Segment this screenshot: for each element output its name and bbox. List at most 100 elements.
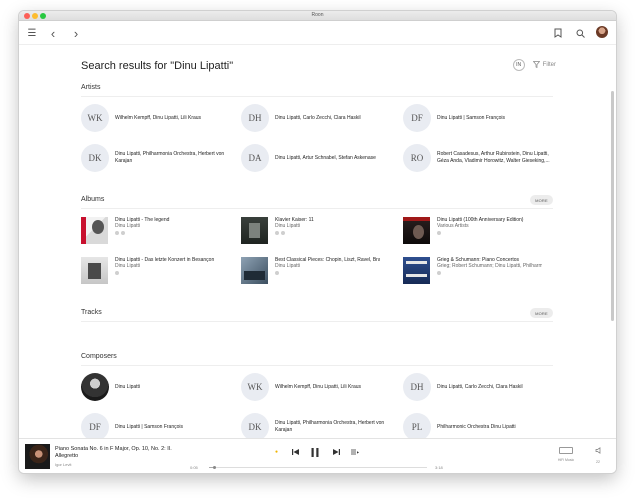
in-library-toggle[interactable]: IN xyxy=(512,59,525,71)
albums-heading: Albums xyxy=(81,196,105,203)
window-title: Roon xyxy=(311,12,324,18)
next-track-icon[interactable] xyxy=(333,447,340,457)
artist-initials: RO xyxy=(403,144,431,172)
artist-initials: WK xyxy=(81,104,109,132)
content-scrollbar[interactable] xyxy=(611,91,614,321)
previous-track-icon[interactable] xyxy=(292,447,299,457)
seek-bar[interactable] xyxy=(209,466,427,469)
composer-item[interactable]: DH Dinu Lipatti, Carlo Zecchi, Clara Has… xyxy=(403,373,552,401)
artist-name: Dinu Lipatti | Samson François xyxy=(437,114,505,121)
search-icon[interactable] xyxy=(573,26,587,40)
composer-item[interactable]: WK Wilhelm Kempff, Dinu Lipatti, Lili Kr… xyxy=(241,373,390,401)
composer-name: Wilhelm Kempff, Dinu Lipatti, Lili Kraus xyxy=(275,383,362,390)
tracks-divider xyxy=(81,321,553,322)
composer-initials: WK xyxy=(241,373,269,401)
composer-name: Dinu Lipatti xyxy=(115,383,141,390)
composer-name: Dinu Lipatti, Carlo Zecchi, Clara Haskil xyxy=(437,383,523,390)
composer-item[interactable]: PL Philharmonic Orchestra Dinu Lipatti xyxy=(403,413,552,438)
app-window: Roon ☰ ‹ › Search results for "Dinu Lipa… xyxy=(19,11,616,473)
now-playing-bar: Piano Sonata No. 6 in F Major, Op. 10, N… xyxy=(19,438,616,473)
album-cover xyxy=(241,257,268,284)
seek-handle[interactable] xyxy=(212,466,216,469)
quality-badge xyxy=(281,231,285,235)
album-item[interactable]: Dinu Lipatti (100th Anniversary Edition)… xyxy=(403,217,542,244)
artist-item[interactable]: DK Dinu Lipatti, Philharmonia Orchestra,… xyxy=(81,144,230,172)
artist-name: Wilhelm Kempff, Dinu Lipatti, Lili Kraus xyxy=(115,114,202,121)
composer-initials: DH xyxy=(403,373,431,401)
album-item[interactable]: Dinu Lipatti - The legend Dinu Lipatti xyxy=(81,217,220,244)
album-cover xyxy=(81,257,108,284)
album-cover xyxy=(403,257,430,284)
album-artist: Various Artists xyxy=(437,223,469,229)
composer-initials: PL xyxy=(403,413,431,438)
back-icon[interactable]: ‹ xyxy=(46,26,60,41)
album-cover xyxy=(81,217,108,244)
album-artist: Dinu Lipatti xyxy=(275,263,301,269)
album-cover xyxy=(241,217,268,244)
artist-name: Dinu Lipatti, Carlo Zecchi, Clara Haskil xyxy=(275,114,361,121)
filter-button[interactable]: Filter xyxy=(532,60,556,70)
volume-icon xyxy=(591,447,605,456)
artist-name: Dinu Lipatti, Artur Schnabel, Stefan Ask… xyxy=(275,154,376,161)
album-cover xyxy=(403,217,430,244)
now-playing-title[interactable]: Piano Sonata No. 6 in F Major, Op. 10, N… xyxy=(55,446,190,460)
title-bar: Roon xyxy=(19,11,616,21)
radio-icon[interactable]: ● xyxy=(275,447,278,457)
composer-name: Dinu Lipatti | Samson François xyxy=(115,423,183,430)
artists-heading: Artists xyxy=(81,84,101,91)
quality-badge xyxy=(275,271,279,275)
zone-selector[interactable]: HiFi Music xyxy=(557,447,575,467)
artist-item[interactable]: DF Dinu Lipatti | Samson François xyxy=(403,104,552,132)
albums-more-button[interactable]: MORE xyxy=(530,195,553,205)
quality-badge xyxy=(115,271,119,275)
queue-icon[interactable] xyxy=(351,447,359,457)
quality-badge xyxy=(115,231,119,235)
search-actions: IN Filter xyxy=(512,59,556,71)
album-artist: Dinu Lipatti xyxy=(115,263,141,269)
quality-badge xyxy=(437,271,441,275)
zone-label: HiFi Music xyxy=(557,458,575,462)
artist-item[interactable]: WK Wilhelm Kempff, Dinu Lipatti, Lili Kr… xyxy=(81,104,230,132)
pause-icon[interactable] xyxy=(311,447,319,457)
artist-item[interactable]: RO Robert Casadesus, Arthur Rubinstein, … xyxy=(403,144,552,172)
composers-heading: Composers xyxy=(81,353,117,360)
page-title: Search results for "Dinu Lipatti" xyxy=(81,60,234,72)
composer-item[interactable]: DK Dinu Lipatti, Philharmonia Orchestra,… xyxy=(241,413,390,438)
forward-icon[interactable]: › xyxy=(69,26,83,41)
composer-photo xyxy=(81,373,109,401)
now-playing-artwork[interactable] xyxy=(25,444,50,469)
composer-initials: DF xyxy=(81,413,109,438)
album-artist: Grieg; Robert Schumann; Dinu Lipatti, Ph… xyxy=(437,263,542,269)
track-duration: 3:18 xyxy=(435,465,443,470)
album-artist: Dinu Lipatti xyxy=(115,223,141,229)
artist-initials: DF xyxy=(403,104,431,132)
elapsed-time: 0:05 xyxy=(190,465,198,470)
composer-item[interactable]: DF Dinu Lipatti | Samson François xyxy=(81,413,230,438)
album-artist: Dinu Lipatti xyxy=(275,223,301,229)
album-item[interactable]: Klavier Kaiser: 11 Dinu Lipatti xyxy=(241,217,380,244)
volume-control[interactable]: 22 xyxy=(591,447,605,464)
profile-avatar[interactable] xyxy=(596,26,608,38)
album-item[interactable]: Best Classical Pieces: Chopin, Liszt, Ra… xyxy=(241,257,380,284)
composer-initials: DK xyxy=(241,413,269,438)
bookmark-icon[interactable] xyxy=(551,26,565,40)
artist-item[interactable]: DA Dinu Lipatti, Artur Schnabel, Stefan … xyxy=(241,144,390,172)
speaker-zone-icon xyxy=(559,447,573,454)
composer-name: Philharmonic Orchestra Dinu Lipatti xyxy=(437,423,516,430)
albums-divider xyxy=(81,208,553,209)
quality-badge xyxy=(121,231,125,235)
search-results-panel[interactable]: Search results for "Dinu Lipatti" IN Fil… xyxy=(19,46,616,438)
artists-divider xyxy=(81,96,553,97)
artist-item[interactable]: DH Dinu Lipatti, Carlo Zecchi, Clara Has… xyxy=(241,104,390,132)
now-playing-artist[interactable]: Igor Levit xyxy=(55,462,71,467)
tracks-more-button[interactable]: MORE xyxy=(530,308,553,318)
menu-icon[interactable]: ☰ xyxy=(25,26,39,40)
artist-name: Dinu Lipatti, Philharmonia Orchestra, He… xyxy=(115,151,225,164)
composer-item[interactable]: Dinu Lipatti xyxy=(81,373,230,401)
artist-name: Robert Casadesus, Arthur Rubinstein, Din… xyxy=(437,151,550,164)
tracks-heading: Tracks xyxy=(81,309,102,316)
album-item[interactable]: Dinu Lipatti - Das letzte Konzert in Bes… xyxy=(81,257,220,284)
artist-initials: DH xyxy=(241,104,269,132)
album-item[interactable]: Grieg & Schumann: Piano Concertos Grieg;… xyxy=(403,257,542,284)
composer-name: Dinu Lipatti, Philharmonia Orchestra, He… xyxy=(275,420,385,433)
